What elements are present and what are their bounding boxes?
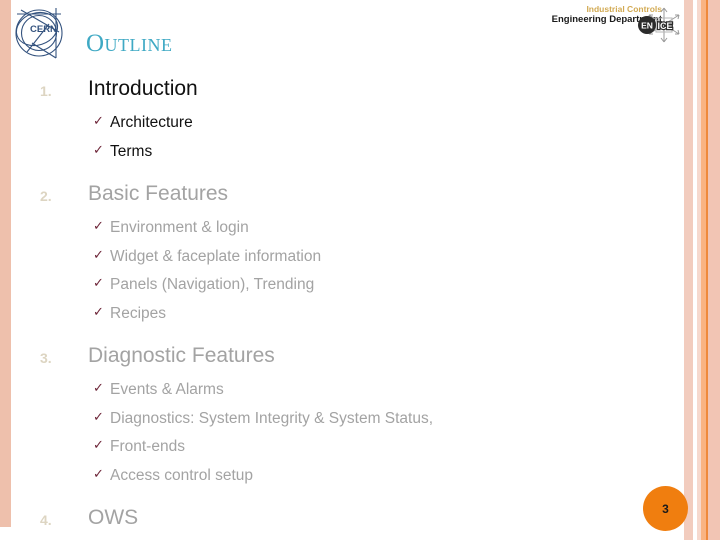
outline-section-2-items: ✓ Environment & login ✓ Widget & facepla…: [40, 215, 640, 329]
outline-section-1: 1. Introduction ✓ Architecture ✓ Terms: [40, 76, 640, 167]
outline-section-4-head[interactable]: 4. OWS: [40, 505, 640, 535]
checkmark-icon: ✓: [93, 303, 104, 319]
outline-section-1-head[interactable]: 1. Introduction: [40, 76, 640, 106]
list-item-label: Panels (Navigation), Trending: [110, 276, 315, 293]
cern-logo-text: CERN: [30, 24, 57, 35]
list-item[interactable]: ✓ Events & Alarms: [40, 377, 640, 406]
stripe-6: [708, 0, 720, 540]
list-item[interactable]: ✓ Terms: [40, 139, 640, 168]
list-item-label: Architecture: [110, 114, 193, 131]
checkmark-icon: ✓: [93, 113, 104, 128]
list-item-label: Diagnostics: System Integrity & System S…: [110, 409, 434, 427]
checkmark-icon: ✓: [93, 141, 104, 157]
outline-section-3: 3. Diagnostic Features ✓ Events & Alarms…: [40, 343, 640, 491]
list-item[interactable]: ✓ Diagnostics: System Integrity & System…: [40, 406, 640, 435]
enice-logo-icon: EN ICE: [628, 4, 682, 46]
page-title: Outline: [86, 30, 173, 57]
outline-section-1-title: Introduction: [88, 77, 198, 100]
outline-section-2-title: Basic Features: [88, 182, 229, 205]
outline-section-3-number: 3.: [40, 350, 52, 366]
outline-list: 1. Introduction ✓ Architecture ✓ Terms 2…: [40, 76, 640, 535]
stripe-1: [684, 0, 693, 540]
checkmark-icon: ✓: [93, 246, 104, 262]
outline-section-3-title: Diagnostic Features: [88, 344, 275, 367]
cern-logo-icon: CERN: [9, 2, 71, 64]
enice-ice-text: ICE: [657, 21, 672, 31]
list-item[interactable]: ✓ Panels (Navigation), Trending: [40, 272, 640, 301]
checkmark-icon: ✓: [93, 465, 104, 481]
outline-section-4-title: OWS: [88, 506, 139, 529]
right-decorative-stripes: [684, 0, 720, 540]
outline-section-4-number: 4.: [40, 512, 52, 528]
outline-section-2: 2. Basic Features ✓ Environment & login …: [40, 181, 640, 329]
list-item[interactable]: ✓ Environment & login: [40, 215, 640, 244]
checkmark-icon: ✓: [93, 275, 104, 290]
slide-canvas: CERN Industrial Controls Engineering Dep…: [0, 0, 720, 540]
list-item-label: Environment & login: [110, 219, 249, 236]
left-decorative-bar: [0, 0, 11, 527]
list-item-label: Events & Alarms: [110, 381, 224, 398]
outline-section-2-head[interactable]: 2. Basic Features: [40, 181, 640, 211]
outline-section-1-items: ✓ Architecture ✓ Terms: [40, 110, 640, 167]
list-item-label: Recipes: [110, 304, 166, 322]
list-item-label: Widget & faceplate information: [110, 247, 322, 265]
list-item[interactable]: ✓ Widget & faceplate information: [40, 244, 640, 273]
list-item-label: Terms: [110, 142, 153, 160]
list-item[interactable]: ✓ Recipes: [40, 301, 640, 330]
page-number-badge: 3: [643, 486, 688, 531]
outline-section-2-number: 2.: [40, 188, 52, 204]
list-item[interactable]: ✓ Access control setup: [40, 463, 640, 492]
outline-section-4: 4. OWS: [40, 505, 640, 535]
list-item-label: Front-ends: [110, 438, 185, 455]
page-number-text: 3: [662, 501, 669, 516]
list-item-label: Access control setup: [110, 466, 254, 484]
checkmark-icon: ✓: [93, 218, 104, 233]
checkmark-icon: ✓: [93, 408, 104, 424]
outline-section-3-items: ✓ Events & Alarms ✓ Diagnostics: System …: [40, 377, 640, 491]
checkmark-icon: ✓: [93, 437, 104, 452]
outline-section-1-number: 1.: [40, 83, 52, 99]
enice-logo-group: EN ICE: [502, 4, 682, 46]
enice-en-text: EN: [641, 21, 653, 31]
checkmark-icon: ✓: [93, 380, 104, 395]
outline-section-3-head[interactable]: 3. Diagnostic Features: [40, 343, 640, 373]
list-item[interactable]: ✓ Architecture: [40, 110, 640, 139]
list-item[interactable]: ✓ Front-ends: [40, 434, 640, 463]
